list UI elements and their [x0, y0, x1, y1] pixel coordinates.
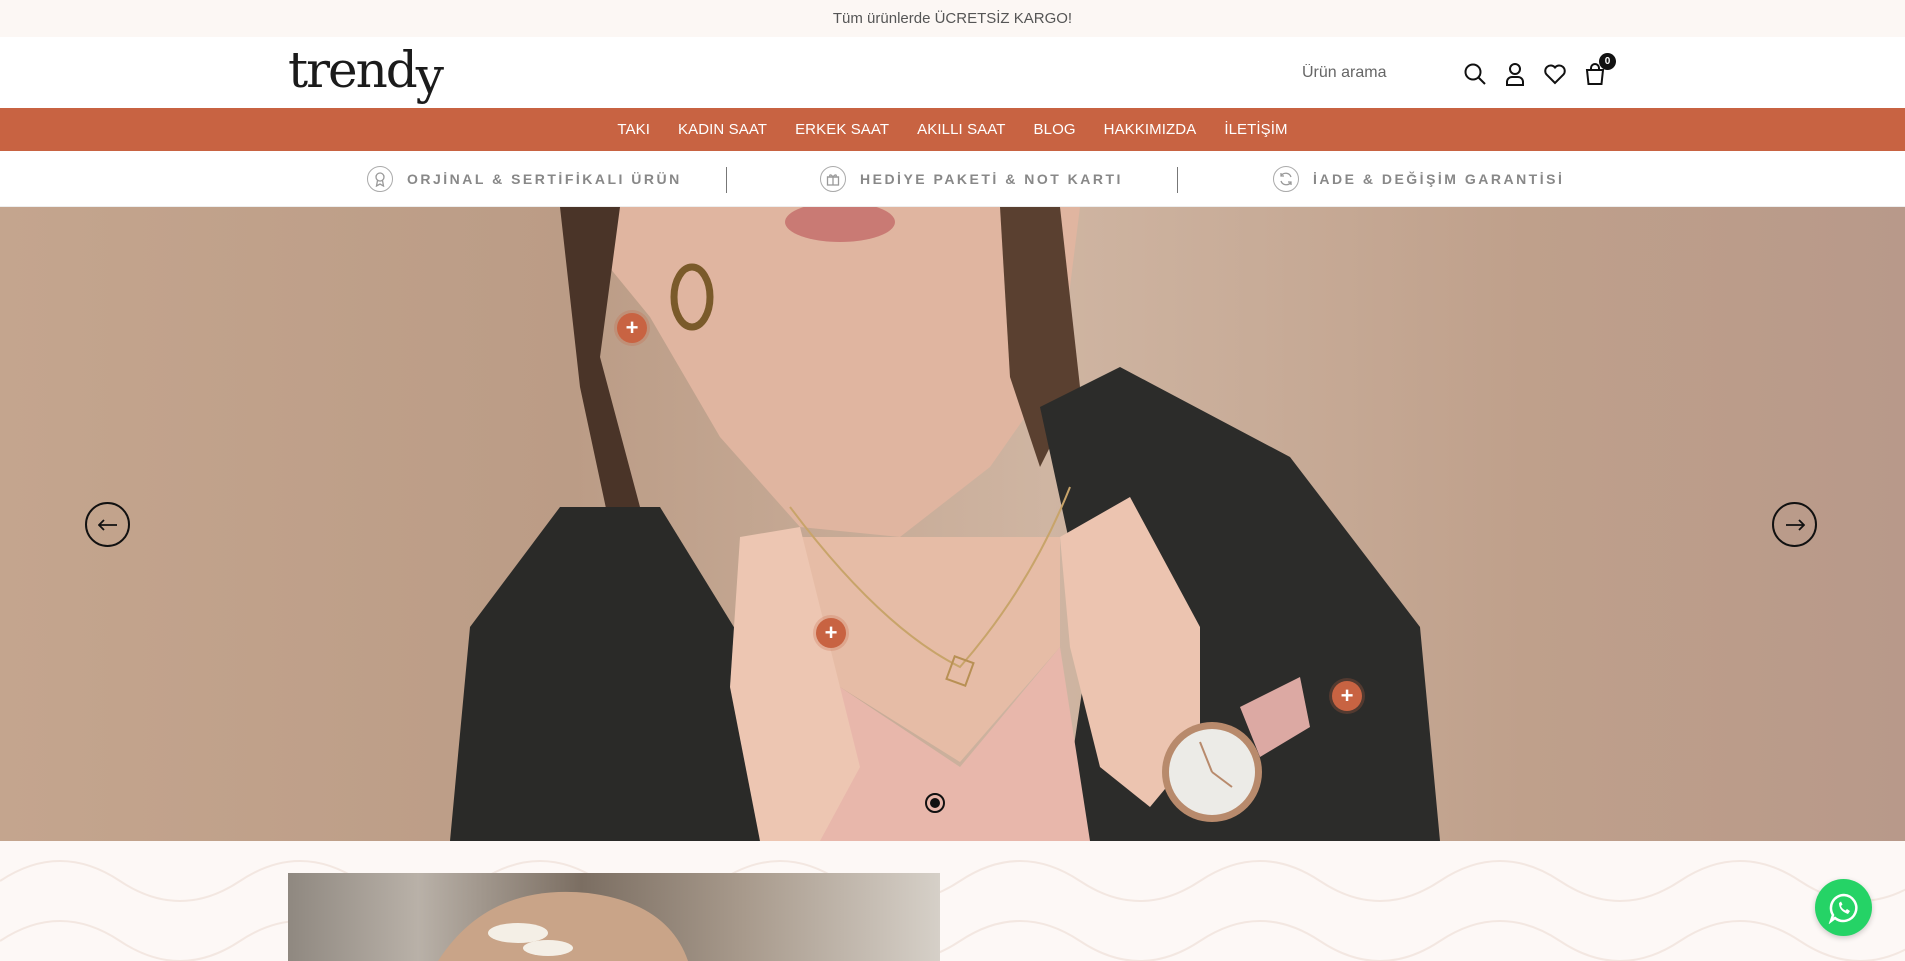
feature-label: ORJİNAL & SERTİFİKALI ÜRÜN: [407, 171, 682, 187]
site-logo[interactable]: trendy: [288, 45, 444, 101]
feature-divider: [1177, 167, 1178, 193]
feature-label: İADE & DEĞİŞİM GARANTİSİ: [1313, 171, 1565, 187]
promo-photo: [438, 891, 688, 961]
nav-item-hakkimizda[interactable]: HAKKIMIZDA: [1104, 121, 1197, 138]
cart-icon[interactable]: 0: [1580, 53, 1616, 89]
nav-item-blog[interactable]: BLOG: [1034, 121, 1076, 138]
nav-item-akilli-saat[interactable]: AKILLI SAAT: [917, 121, 1005, 138]
whatsapp-chat-button[interactable]: [1815, 879, 1872, 936]
heart-icon[interactable]: [1540, 59, 1570, 89]
product-hotspot-earring[interactable]: +: [617, 313, 647, 343]
product-hotspot-watch[interactable]: +: [1332, 681, 1362, 711]
user-icon[interactable]: [1500, 59, 1530, 89]
nav-item-iletisim[interactable]: İLETİŞİM: [1224, 121, 1287, 138]
announcement-text: Tüm ürünlerde ÜCRETSİZ KARGO!: [832, 10, 1073, 27]
nav-item-erkek-saat[interactable]: ERKEK SAAT: [795, 121, 889, 138]
refresh-icon: [1273, 166, 1299, 192]
feature-return-guarantee: İADE & DEĞİŞİM GARANTİSİ: [1273, 151, 1564, 207]
whatsapp-icon: [1828, 893, 1858, 924]
product-hotspot-necklace[interactable]: +: [816, 618, 846, 648]
certificate-icon: [367, 166, 393, 192]
next-slide-button[interactable]: [1772, 502, 1817, 547]
search-input[interactable]: [1292, 54, 1462, 92]
hero-image: [450, 207, 1440, 841]
nav-item-kadin-saat[interactable]: KADIN SAAT: [678, 121, 767, 138]
feature-divider: [726, 167, 727, 193]
hero-slider[interactable]: + + +: [0, 207, 1905, 841]
cart-count-badge: 0: [1599, 53, 1616, 70]
feature-original-certified: ORJİNAL & SERTİFİKALI ÜRÜN: [367, 151, 682, 207]
arrow-right-icon: [1785, 518, 1805, 531]
site-header: trendy 0: [0, 37, 1905, 108]
main-nav: TAKI KADIN SAAT ERKEK SAAT AKILLI SAAT B…: [0, 108, 1905, 151]
promo-image[interactable]: [288, 873, 940, 961]
feature-label: HEDİYE PAKETİ & NOT KARTI: [860, 171, 1123, 187]
search-icon[interactable]: [1460, 59, 1490, 89]
gift-icon: [820, 166, 846, 192]
logo-text-tail: y: [415, 47, 444, 105]
content-section: [0, 841, 1905, 961]
slide-indicator-dot[interactable]: [925, 793, 945, 813]
background-pattern: [0, 860, 1905, 961]
feature-gift-package: HEDİYE PAKETİ & NOT KARTI: [820, 151, 1123, 207]
nav-item-taki[interactable]: TAKI: [617, 121, 650, 138]
logo-text-main: trend: [288, 41, 418, 99]
arrow-left-icon: [97, 518, 117, 531]
announcement-bar: Tüm ürünlerde ÜCRETSİZ KARGO!: [0, 0, 1905, 37]
prev-slide-button[interactable]: [85, 502, 130, 547]
feature-bar: ORJİNAL & SERTİFİKALI ÜRÜN HEDİYE PAKETİ…: [0, 151, 1905, 207]
